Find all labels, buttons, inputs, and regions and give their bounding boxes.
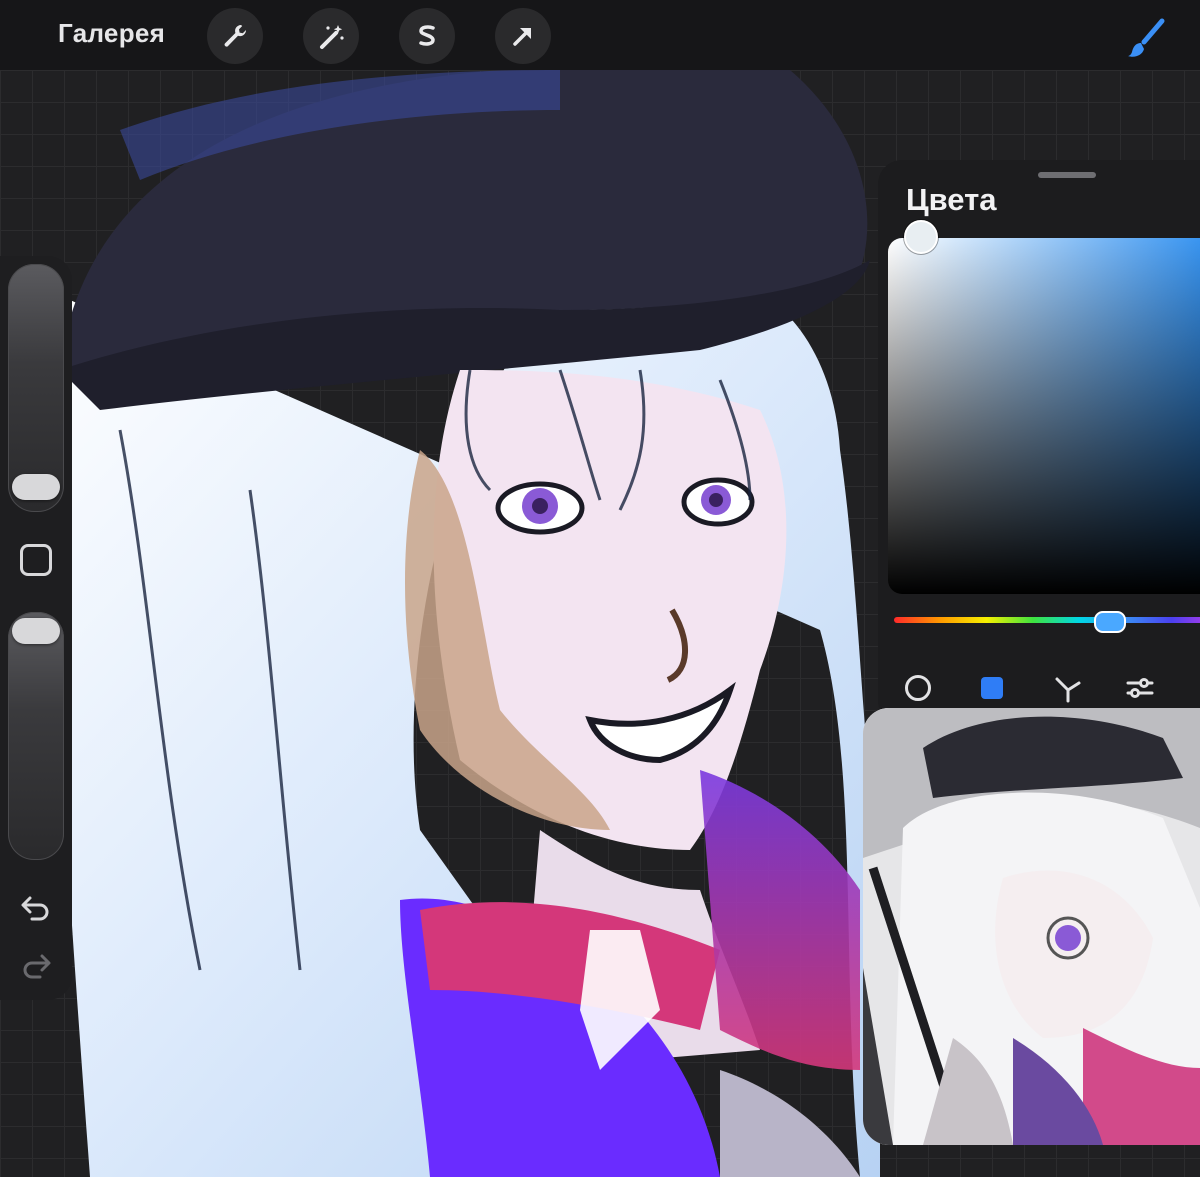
redo-icon[interactable]: [20, 950, 52, 980]
harmony-mode-button[interactable]: [1052, 672, 1084, 704]
reference-image: [863, 708, 1200, 1145]
hue-slider[interactable]: [894, 617, 1200, 623]
selection-button[interactable]: [399, 8, 455, 64]
classic-mode-button[interactable]: [976, 672, 1008, 704]
value-mode-button[interactable]: [1124, 672, 1156, 704]
color-picker-handle[interactable]: [904, 220, 938, 254]
sliders-icon: [1126, 678, 1154, 698]
modify-button[interactable]: [20, 544, 52, 576]
brush-icon: [1128, 18, 1165, 57]
panel-grabber[interactable]: [1038, 172, 1096, 178]
square-icon: [981, 677, 1003, 699]
colors-panel-title: Цвета: [906, 182, 997, 217]
wrench-icon: [224, 25, 247, 47]
selection-s-icon: [419, 25, 435, 46]
undo-icon[interactable]: [20, 892, 52, 922]
opacity-slider[interactable]: [8, 612, 64, 860]
disc-mode-button[interactable]: [902, 672, 934, 704]
gallery-button[interactable]: Галерея: [58, 18, 165, 49]
actions-button[interactable]: [207, 8, 263, 64]
saturation-brightness-field[interactable]: [888, 238, 1200, 594]
harmony-icon: [1055, 677, 1081, 703]
colors-panel: Цвета: [878, 160, 1200, 725]
left-sidebar: [0, 256, 72, 1000]
arrow-cursor-icon: [513, 28, 531, 46]
circle-icon: [905, 675, 931, 701]
reference-window[interactable]: [863, 708, 1200, 1145]
magic-wand-icon: [320, 25, 344, 49]
transform-button[interactable]: [495, 8, 551, 64]
hue-slider-knob[interactable]: [1094, 611, 1126, 633]
brush-size-knob[interactable]: [12, 474, 60, 500]
brush-size-slider[interactable]: [8, 264, 64, 512]
opacity-knob[interactable]: [12, 618, 60, 644]
adjustments-button[interactable]: [303, 8, 359, 64]
top-toolbar: Галерея: [0, 0, 1200, 70]
brush-button[interactable]: [1116, 8, 1176, 68]
